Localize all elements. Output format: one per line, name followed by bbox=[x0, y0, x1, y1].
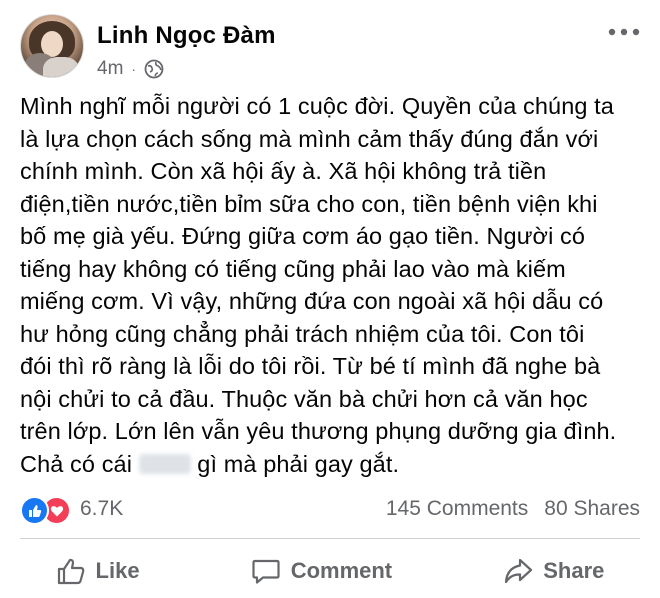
post-text-line: miếng cơm. Vì vậy, những đứa con ngoài x… bbox=[20, 288, 604, 314]
comment-count[interactable]: 145 Comments bbox=[386, 497, 528, 521]
globe-icon[interactable] bbox=[144, 59, 164, 79]
share-icon bbox=[505, 558, 533, 584]
more-options-icon[interactable] bbox=[606, 22, 642, 42]
comment-button[interactable]: Comment bbox=[239, 550, 404, 592]
post-text-line: bố mẹ già yếu. Đứng giữa cơm áo gạo tiền… bbox=[20, 223, 586, 249]
post-text-line: chính mình. Còn xã hội ấy à. Xã hội khôn… bbox=[20, 158, 547, 184]
divider bbox=[20, 538, 640, 539]
blurred-word bbox=[138, 453, 191, 474]
post-text-before-blur: Chả có cái bbox=[20, 450, 139, 477]
post-time[interactable]: 4m bbox=[97, 58, 123, 80]
reaction-count[interactable]: 6.7K bbox=[80, 497, 123, 521]
post-text-line: nội chửi to cả đầu. Thuộc văn bà chửi hơ… bbox=[20, 385, 588, 412]
post-text-line: Mình nghĩ mỗi người có 1 cuộc đời. Quyền… bbox=[20, 93, 614, 119]
like-reaction-icon bbox=[20, 496, 49, 525]
reaction-icons bbox=[20, 495, 71, 525]
like-label: Like bbox=[95, 558, 140, 583]
meta-separator: · bbox=[131, 61, 137, 77]
post-text-line: là lựa chọn cách sống mà mình cảm thấy đ… bbox=[20, 125, 599, 152]
post-text-after-blur: gì mà phải gay gắt. bbox=[190, 450, 400, 477]
comment-icon bbox=[252, 559, 280, 584]
action-bar: Like Comment Share bbox=[0, 548, 660, 594]
post-text-line: trên lớp. Lớn lên vẫn yêu thương phụng d… bbox=[20, 418, 617, 444]
post-text-line: tiếng hay không có tiếng cũng phải lao v… bbox=[20, 255, 566, 282]
share-button[interactable]: Share bbox=[491, 550, 616, 592]
share-label: Share bbox=[543, 558, 605, 583]
author-avatar[interactable] bbox=[20, 14, 84, 78]
post-meta: 4m · bbox=[97, 58, 164, 80]
share-count[interactable]: 80 Shares bbox=[544, 497, 640, 521]
reaction-summary[interactable]: 6.7K bbox=[20, 495, 123, 525]
post-text-last-line: Chả có cái gì mà phải gay gắt. bbox=[20, 448, 645, 481]
post-text-line: đói thì rõ ràng là lỗi do tôi rồi. Từ bé… bbox=[20, 353, 601, 379]
thumbs-up-icon bbox=[57, 558, 84, 585]
comment-label: Comment bbox=[290, 558, 393, 583]
like-button[interactable]: Like bbox=[44, 550, 152, 592]
author-name[interactable]: Linh Ngọc Đàm bbox=[97, 22, 276, 50]
post-text: Mình nghĩ mỗi người có 1 cuộc đời. Quyền… bbox=[20, 90, 645, 480]
post-stats: 145 Comments 80 Shares bbox=[386, 497, 640, 521]
post-text-line: điện,tiền nước,tiền bỉm sữa cho con, tiề… bbox=[20, 190, 598, 217]
post-text-line: hư hỏng cũng chẳng phải trách nhiệm của … bbox=[20, 320, 585, 347]
